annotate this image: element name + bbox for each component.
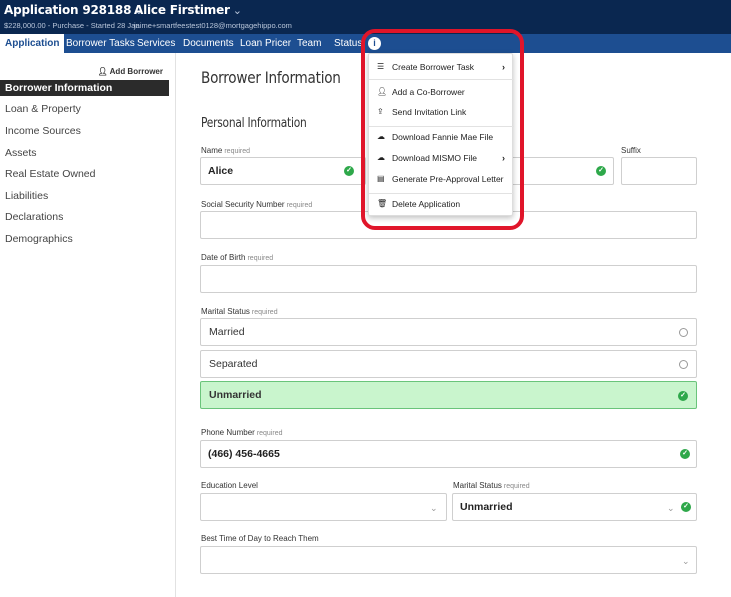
ssn-label-text: Social Security Number — [201, 200, 285, 209]
marital-option-unmarried[interactable]: Unmarried ✓ — [200, 381, 697, 409]
marital-status-2-label-text: Marital Status — [453, 481, 502, 490]
sidebar-item-liabilities[interactable]: Liabilities — [5, 190, 48, 202]
phone-label-text: Phone Number — [201, 428, 255, 437]
borrower-name: Alice Firstimer — [134, 3, 230, 17]
first-name-field[interactable]: Alice — [200, 157, 366, 185]
required-tag: required — [503, 483, 530, 490]
education-level-label: Education Level — [201, 481, 258, 490]
marital-option-separated[interactable]: Separated — [200, 350, 697, 378]
marital-option-married[interactable]: Married — [200, 318, 697, 346]
check-icon: ✓ — [680, 449, 690, 459]
phone-field[interactable]: (466) 456-4665 — [200, 440, 697, 468]
check-icon: ✓ — [344, 166, 354, 176]
borrower-email: jaime+smartfeestest0128@mortgagehippo.co… — [134, 21, 292, 30]
sidebar-item-assets[interactable]: Assets — [5, 147, 37, 159]
option-label: Married — [209, 326, 245, 338]
chevron-down-icon: ⌄ — [667, 503, 675, 513]
required-tag: required — [224, 148, 251, 155]
education-level-select[interactable] — [200, 493, 447, 521]
name-label-text: Name — [201, 146, 223, 155]
sidebar-item-demographics[interactable]: Demographics — [5, 233, 73, 245]
check-icon: ✓ — [678, 391, 688, 401]
marital-status-label: Marital Status required — [201, 307, 278, 316]
option-label: Unmarried — [209, 389, 262, 401]
sidebar-item-income-sources[interactable]: Income Sources — [5, 125, 81, 137]
application-subtitle: $228,000.00 - Purchase - Started 28 Jan — [4, 21, 140, 30]
required-tag: required — [251, 309, 278, 316]
sidebar-item-real-estate-owned[interactable]: Real Estate Owned — [5, 168, 95, 180]
best-time-label: Best Time of Day to Reach Them — [201, 534, 319, 543]
phone-value: (466) 456-4665 — [208, 448, 280, 460]
user-plus-icon: 👤︎ — [97, 67, 108, 76]
section-title: Personal Information — [201, 116, 307, 131]
tab-team[interactable]: Team — [297, 34, 321, 53]
ssn-label: Social Security Number required — [201, 200, 312, 209]
required-tag: required — [247, 255, 274, 262]
tab-application[interactable]: Application — [0, 34, 65, 53]
check-icon: ✓ — [681, 502, 691, 512]
add-borrower-label: Add Borrower — [109, 67, 163, 76]
borrower-switcher[interactable]: Alice Firstimer ⌄ — [134, 3, 242, 17]
marital-status-2-label: Marital Status required — [453, 481, 530, 490]
tab-borrower-tasks[interactable]: Borrower Tasks — [66, 34, 135, 53]
required-tag: required — [256, 430, 283, 437]
tab-services[interactable]: Services — [137, 34, 175, 53]
phone-label: Phone Number required — [201, 428, 283, 437]
chevron-down-icon: ⌄ — [682, 556, 690, 566]
dob-field[interactable] — [200, 265, 697, 293]
sidebar-item-declarations[interactable]: Declarations — [5, 211, 63, 223]
dob-label-text: Date of Birth — [201, 253, 246, 262]
radio-icon — [679, 360, 688, 369]
add-borrower-button[interactable]: 👤︎ Add Borrower — [0, 67, 163, 76]
sidebar-item-borrower-information[interactable]: Borrower Information — [0, 80, 169, 96]
annotation-highlight — [361, 29, 524, 230]
suffix-label: Suffix — [621, 146, 641, 155]
chevron-down-icon: ⌄ — [232, 4, 242, 17]
sidebar: 👤︎ Add Borrower Borrower Information Loa… — [0, 53, 176, 597]
dob-label: Date of Birth required — [201, 253, 273, 262]
tab-status[interactable]: Status — [334, 34, 362, 53]
application-switcher[interactable]: Application 928188 ⌄ — [4, 3, 143, 17]
tab-documents[interactable]: Documents — [183, 34, 234, 53]
page-title: Borrower Information — [201, 68, 341, 87]
check-icon: ✓ — [596, 166, 606, 176]
sidebar-item-loan-property[interactable]: Loan & Property — [5, 103, 81, 115]
suffix-field[interactable] — [621, 157, 697, 185]
option-label: Separated — [209, 358, 258, 370]
chevron-down-icon: ⌄ — [430, 503, 438, 513]
radio-icon — [679, 328, 688, 337]
required-tag: required — [286, 202, 313, 209]
marital-status-select[interactable]: Unmarried — [452, 493, 697, 521]
best-time-select[interactable] — [200, 546, 697, 574]
application-title: Application 928188 — [4, 3, 132, 17]
top-header: Application 928188 ⌄ $228,000.00 - Purcha… — [0, 0, 731, 34]
marital-status-label-text: Marital Status — [201, 307, 250, 316]
name-label: Name required — [201, 146, 250, 155]
tab-loan-pricer[interactable]: Loan Pricer — [240, 34, 291, 53]
marital-status-select-value: Unmarried — [460, 501, 513, 513]
first-name-value: Alice — [208, 165, 234, 177]
